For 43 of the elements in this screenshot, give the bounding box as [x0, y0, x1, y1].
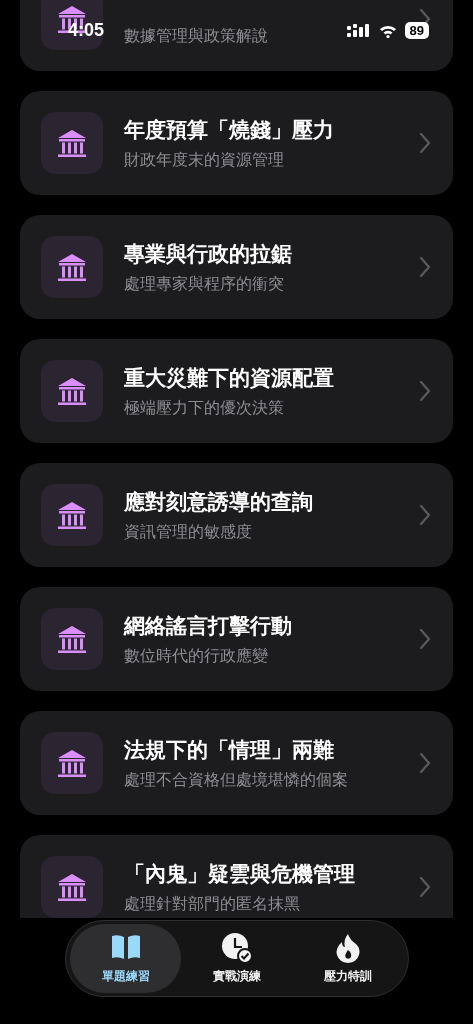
lesson-card[interactable]: 網絡謠言打擊行動 數位時代的行政應變 [20, 587, 453, 691]
clock-check-icon [221, 932, 253, 964]
lesson-subtitle: 處理不合資格但處境堪憐的個案 [124, 769, 348, 791]
lesson-card[interactable]: 法規下的「情理」兩難 處理不合資格但處境堪憐的個案 [20, 711, 453, 815]
lesson-title: 「內鬼」疑雲與危機管理 [124, 860, 355, 888]
tab-button[interactable]: 實戰演練 [181, 924, 293, 993]
bank-icon [56, 375, 88, 407]
chevron-icon [419, 876, 431, 898]
lesson-title: 網絡謠言打擊行動 [124, 612, 292, 640]
lesson-subtitle: 處理針對部門的匿名抹黑 [124, 893, 300, 915]
chevron-icon [419, 628, 431, 650]
lesson-card[interactable]: 專業與行政的拉鋸 處理專家與程序的衝突 [20, 215, 453, 319]
lesson-subtitle: 數據管理與政策解說 [124, 25, 268, 47]
lesson-subtitle: 財政年度末的資源管理 [124, 149, 284, 171]
lesson-subtitle: 處理專家與程序的衝突 [124, 273, 284, 295]
chevron-icon [419, 256, 431, 278]
chevron-icon [419, 132, 431, 154]
bank-icon [56, 251, 88, 283]
lesson-title: 重大災難下的資源配置 [124, 364, 334, 392]
chevron-icon [419, 504, 431, 526]
lesson-card[interactable]: 應對刻意誘導的查詢 資訊管理的敏感度 [20, 463, 453, 567]
lesson-title: 法規下的「情理」兩難 [124, 736, 334, 764]
chevron-icon [419, 380, 431, 402]
tab-button[interactable]: 壓力特訓 [292, 924, 404, 993]
bank-icon [56, 871, 88, 903]
lesson-title: 應對刻意誘導的查詢 [124, 488, 313, 516]
bank-icon [56, 623, 88, 655]
lesson-subtitle: 數位時代的行政應變 [124, 645, 268, 667]
lesson-card[interactable]: 年度預算「燒錢」壓力 財政年度末的資源管理 [20, 91, 453, 195]
lesson-subtitle: 極端壓力下的優次決策 [124, 397, 284, 419]
signal-icon [346, 23, 371, 38]
wifi-icon [378, 23, 397, 38]
lesson-subtitle: 資訊管理的敏感度 [124, 521, 252, 543]
lesson-card[interactable]: 重大災難下的資源配置 極端壓力下的優次決策 [20, 339, 453, 443]
bank-icon [56, 747, 88, 779]
lesson-card[interactable]: 「內鬼」疑雲與危機管理 處理針對部門的匿名抹黑 [20, 835, 453, 918]
tab-button[interactable]: 單題練習 [70, 924, 182, 993]
lesson-title: 專業與行政的拉鋸 [124, 240, 292, 268]
bank-icon [56, 127, 88, 159]
clock-time: 4:05 [68, 20, 105, 41]
lesson-title: 年度預算「燒錢」壓力 [124, 116, 334, 144]
chevron-icon [419, 752, 431, 774]
bank-icon [56, 499, 88, 531]
